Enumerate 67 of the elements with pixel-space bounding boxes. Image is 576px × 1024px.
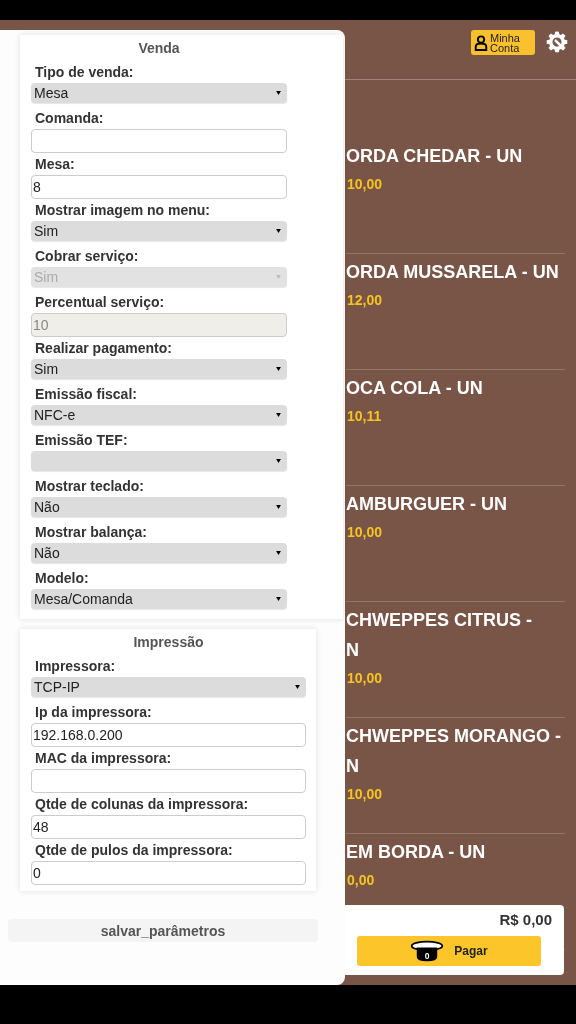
product-name[interactable]: ORDA CHEDAR - UN (346, 141, 565, 171)
product-price: 12,00 (347, 291, 384, 310)
section-title: Impressão (132, 633, 205, 652)
caret-icon (276, 413, 281, 417)
field-label: Mostrar imagem no menu: (35, 201, 212, 220)
input-field[interactable]: 192.168.0.200 (31, 723, 306, 747)
field-label: Percentual serviço: (35, 293, 166, 312)
product-price: 10,11 (347, 407, 383, 426)
field-label: Tipo de venda: (35, 63, 135, 82)
field-label: MAC da impressora: (35, 749, 173, 768)
product-price: 0,00 (347, 871, 376, 890)
product-price: 10,00 (347, 785, 384, 804)
caret-icon (276, 505, 281, 509)
dropdown[interactable]: Sim (31, 221, 287, 241)
dropdown[interactable]: Mesa/Comanda (31, 589, 287, 609)
caret-icon (276, 91, 281, 95)
product-price: 10,00 (347, 175, 384, 194)
caret-icon (295, 685, 300, 689)
input-field[interactable]: 8 (31, 175, 287, 199)
save-button[interactable]: salvar_parâmetros (8, 919, 318, 942)
product-name[interactable]: AMBURGUER - UN (346, 489, 565, 519)
field-label: Comanda: (35, 109, 105, 128)
product-name[interactable]: CHWEPPES MORANGO - (346, 721, 565, 751)
product-price: 10,00 (347, 523, 384, 542)
dropdown[interactable]: Não (31, 543, 287, 563)
cart-total: R$ 0,00 (498, 910, 552, 930)
dropdown[interactable]: Sim (31, 359, 287, 379)
account-button[interactable]: Minha Conta (471, 30, 535, 55)
input-field[interactable]: 48 (31, 815, 306, 839)
dropdown[interactable] (31, 451, 287, 471)
pay-button[interactable]: 0 Pagar (357, 936, 541, 966)
product-price: 10,00 (347, 669, 384, 688)
field-label: Realizar pagamento: (35, 339, 173, 358)
settings-icon[interactable] (545, 30, 569, 54)
input-field[interactable] (31, 769, 306, 793)
field-label: Modelo: (35, 569, 90, 588)
dropdown[interactable]: TCP-IP (31, 677, 306, 697)
field-label: Qtde de pulos da impressora: (35, 841, 234, 860)
user-icon (474, 34, 488, 51)
field-label: Emissão fiscal: (35, 385, 138, 404)
caret-icon (276, 275, 281, 279)
product-name[interactable]: EM BORDA - UN (346, 837, 565, 867)
field-label: Impressora: (35, 657, 117, 676)
product-name[interactable]: CHWEPPES CITRUS - (346, 605, 565, 635)
dropdown[interactable]: Não (31, 497, 287, 517)
field-label: Mesa: (35, 155, 76, 174)
dropdown[interactable]: Mesa (31, 83, 287, 103)
field-label: Ip da impressora: (35, 703, 153, 722)
field-label: Cobrar serviço: (35, 247, 140, 266)
product-name[interactable]: N (346, 751, 565, 781)
caret-icon (276, 551, 281, 555)
caret-icon (276, 459, 281, 463)
input-field[interactable] (31, 129, 287, 153)
product-name[interactable]: OCA COLA - UN (346, 373, 565, 403)
field-label: Emissão TEF: (35, 431, 129, 450)
caret-icon (276, 367, 281, 371)
input-field[interactable]: 0 (31, 861, 306, 885)
field-label: Mostrar teclado: (35, 477, 145, 496)
product-name[interactable]: N (346, 635, 565, 665)
dropdown[interactable]: NFC-e (31, 405, 287, 425)
field-label: Qtde de colunas da impressora: (35, 795, 250, 814)
section-title: Venda (137, 39, 181, 58)
caret-icon (276, 597, 281, 601)
caret-icon (276, 229, 281, 233)
product-name[interactable]: ORDA MUSSARELA - UN (346, 257, 565, 287)
field-label: Mostrar balança: (35, 523, 149, 542)
cart-count: 0 (424, 950, 430, 961)
